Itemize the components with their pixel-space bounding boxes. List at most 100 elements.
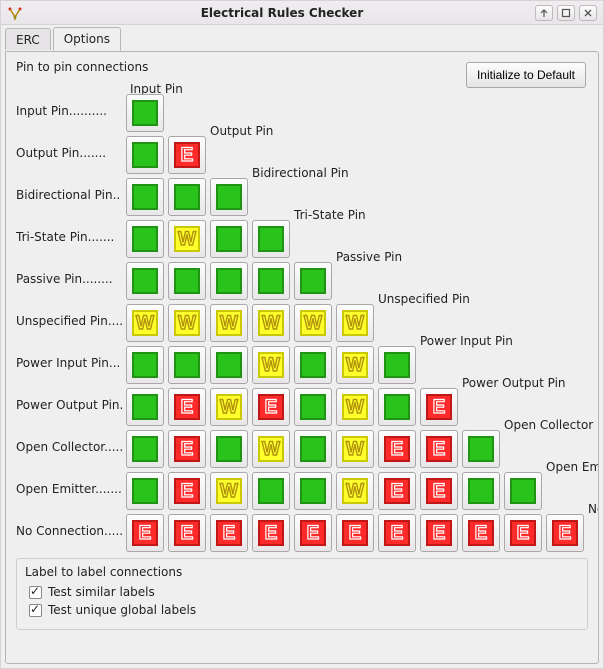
erc-cell[interactable]: W — [336, 304, 374, 342]
close-window-button[interactable] — [579, 5, 597, 21]
erc-swatch-ok — [258, 478, 284, 504]
erc-swatch-ok — [216, 268, 242, 294]
erc-swatch-e: E — [426, 394, 452, 420]
column-label: Tri-State Pin — [294, 208, 366, 222]
erc-cell[interactable] — [210, 220, 248, 258]
erc-cell[interactable]: W — [210, 304, 248, 342]
maximize-window-button[interactable] — [557, 5, 575, 21]
test-unique-global-labels-checkbox[interactable]: Test unique global labels — [29, 603, 579, 617]
erc-cell[interactable] — [294, 388, 332, 426]
erc-cell[interactable]: E — [168, 514, 206, 552]
column-label: Open Emitter — [546, 460, 599, 474]
erc-swatch-ok — [300, 352, 326, 378]
erc-swatch-ok — [258, 226, 284, 252]
erc-cell[interactable]: E — [168, 430, 206, 468]
erc-swatch-w: W — [258, 436, 284, 462]
erc-cell[interactable]: E — [462, 514, 500, 552]
erc-cell[interactable]: E — [168, 388, 206, 426]
tab-options[interactable]: Options — [53, 27, 121, 51]
erc-swatch-w: W — [216, 478, 242, 504]
erc-cell[interactable]: E — [210, 514, 248, 552]
erc-cell[interactable] — [252, 472, 290, 510]
erc-swatch-ok — [300, 268, 326, 294]
column-label: Unspecified Pin — [378, 292, 470, 306]
checkbox-box — [29, 604, 42, 617]
erc-swatch-ok — [132, 142, 158, 168]
erc-cell[interactable] — [168, 178, 206, 216]
erc-cell[interactable] — [210, 430, 248, 468]
erc-cell[interactable]: E — [168, 472, 206, 510]
erc-cell[interactable]: W — [336, 430, 374, 468]
erc-swatch-ok — [300, 478, 326, 504]
erc-cell[interactable] — [294, 430, 332, 468]
erc-cell[interactable] — [126, 178, 164, 216]
erc-cell[interactable] — [168, 346, 206, 384]
erc-cell[interactable]: E — [294, 514, 332, 552]
erc-swatch-ok — [132, 268, 158, 294]
erc-cell[interactable] — [294, 472, 332, 510]
erc-cell[interactable]: W — [252, 430, 290, 468]
erc-cell[interactable]: E — [336, 514, 374, 552]
content-area: ERCOptions Initialize to Default Pin to … — [1, 25, 603, 668]
erc-swatch-e: E — [342, 520, 368, 546]
erc-swatch-ok — [132, 352, 158, 378]
erc-cell[interactable]: W — [210, 472, 248, 510]
erc-cell[interactable]: W — [210, 388, 248, 426]
erc-cell[interactable]: E — [420, 514, 458, 552]
erc-swatch-w: W — [342, 436, 368, 462]
erc-cell[interactable] — [126, 388, 164, 426]
erc-cell[interactable]: W — [168, 304, 206, 342]
erc-swatch-e: E — [426, 478, 452, 504]
erc-cell[interactable]: E — [420, 430, 458, 468]
window-title: Electrical Rules Checker — [29, 6, 535, 20]
erc-cell[interactable]: E — [546, 514, 584, 552]
erc-cell[interactable] — [378, 388, 416, 426]
erc-cell[interactable] — [294, 262, 332, 300]
erc-cell[interactable]: E — [168, 136, 206, 174]
erc-cell[interactable]: E — [378, 430, 416, 468]
erc-cell[interactable] — [126, 472, 164, 510]
erc-cell[interactable] — [378, 346, 416, 384]
erc-swatch-e: E — [552, 520, 578, 546]
erc-cell[interactable] — [126, 220, 164, 258]
erc-cell[interactable]: E — [420, 388, 458, 426]
erc-cell[interactable] — [252, 220, 290, 258]
erc-cell[interactable]: W — [336, 388, 374, 426]
erc-cell[interactable]: E — [378, 472, 416, 510]
erc-cell[interactable] — [462, 430, 500, 468]
erc-swatch-ok — [174, 268, 200, 294]
erc-cell[interactable]: E — [504, 514, 542, 552]
erc-cell[interactable] — [504, 472, 542, 510]
erc-cell[interactable]: W — [294, 304, 332, 342]
pin-window-button[interactable] — [535, 5, 553, 21]
erc-cell[interactable] — [126, 136, 164, 174]
erc-cell[interactable]: E — [126, 514, 164, 552]
erc-cell[interactable]: W — [252, 346, 290, 384]
erc-cell[interactable]: E — [420, 472, 458, 510]
erc-cell[interactable] — [126, 430, 164, 468]
erc-cell[interactable]: W — [336, 472, 374, 510]
erc-cell[interactable] — [210, 178, 248, 216]
erc-cell[interactable] — [294, 346, 332, 384]
erc-swatch-w: W — [258, 310, 284, 336]
erc-cell[interactable] — [252, 262, 290, 300]
tab-erc[interactable]: ERC — [5, 28, 51, 50]
app-icon — [7, 5, 23, 21]
erc-cell[interactable] — [210, 262, 248, 300]
erc-cell[interactable] — [126, 262, 164, 300]
erc-swatch-w: W — [174, 226, 200, 252]
erc-cell[interactable] — [462, 472, 500, 510]
erc-cell[interactable]: E — [252, 514, 290, 552]
erc-cell[interactable]: W — [168, 220, 206, 258]
erc-cell[interactable] — [126, 346, 164, 384]
erc-swatch-e: E — [468, 520, 494, 546]
erc-cell[interactable]: E — [252, 388, 290, 426]
erc-cell[interactable]: E — [378, 514, 416, 552]
erc-cell[interactable]: W — [336, 346, 374, 384]
erc-cell[interactable]: W — [252, 304, 290, 342]
test-similar-labels-checkbox[interactable]: Test similar labels — [29, 585, 579, 599]
erc-cell[interactable] — [168, 262, 206, 300]
erc-cell[interactable] — [126, 94, 164, 132]
erc-cell[interactable] — [210, 346, 248, 384]
erc-cell[interactable]: W — [126, 304, 164, 342]
